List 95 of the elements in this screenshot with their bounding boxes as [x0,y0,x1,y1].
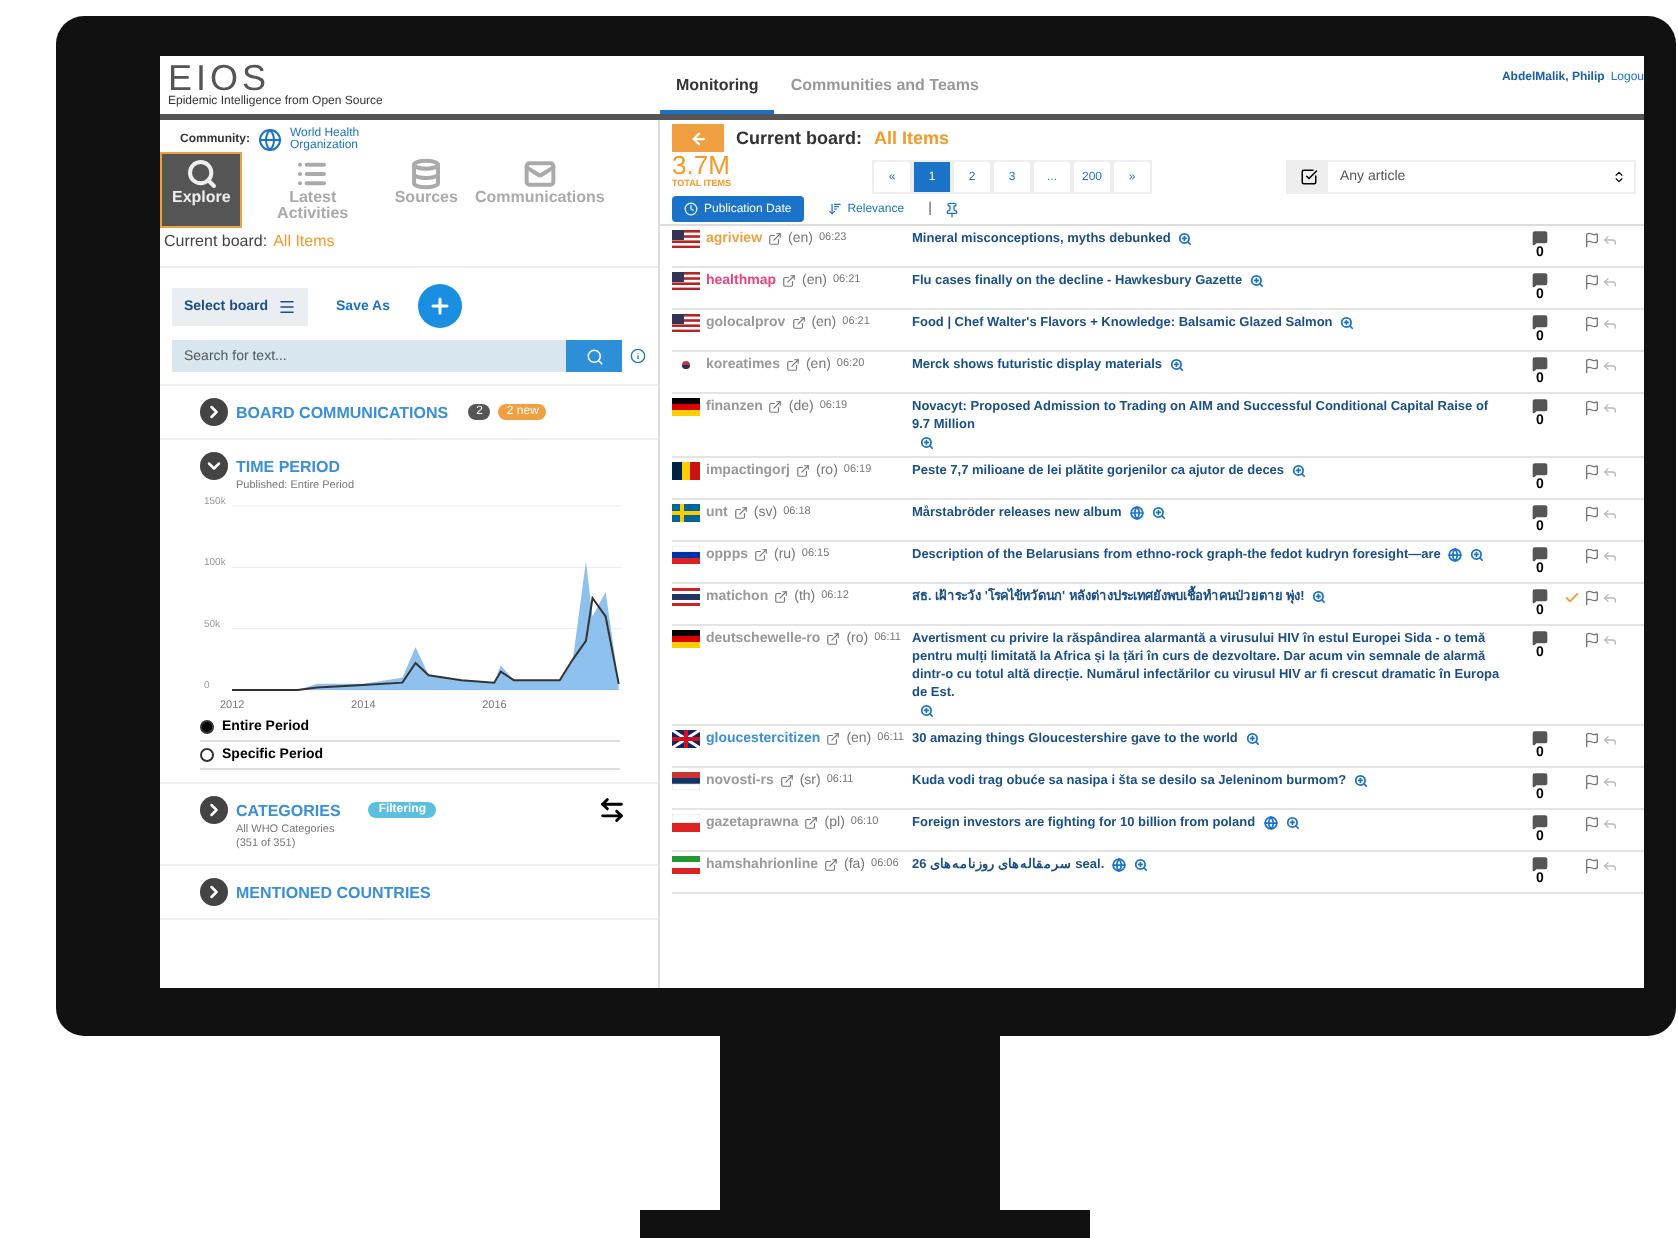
board-label: Current board: [736,128,862,148]
swap-icon[interactable] [598,796,626,824]
chevron-icon[interactable] [200,398,228,426]
flag-outline-icon[interactable] [1584,400,1600,416]
zoom-icon[interactable] [920,435,934,450]
sidebar-tab[interactable]: Explore [160,152,243,228]
globe-icon[interactable] [1112,857,1127,872]
external-link-icon[interactable] [733,506,748,520]
zoom-icon[interactable] [1292,463,1307,478]
database-icon [410,158,443,190]
logo: EIOS [168,60,271,96]
envelope-icon [523,158,556,190]
flag-outline-icon[interactable] [1584,632,1600,648]
updown-icon [1612,170,1626,184]
external-link-icon[interactable] [796,464,811,478]
zoom-icon[interactable] [920,703,934,718]
search-icon [585,347,603,365]
comment-icon[interactable] [1532,630,1548,646]
comment-icon[interactable] [1532,588,1548,604]
globe-icon[interactable] [1263,815,1278,830]
external-link-icon[interactable] [791,316,806,330]
comment-icon[interactable] [1532,546,1548,562]
comment-icon[interactable] [1532,814,1548,830]
globe-icon[interactable] [1448,547,1463,562]
comment-icon[interactable] [1532,272,1548,288]
external-link-icon[interactable] [782,274,797,288]
sort-icon [827,202,842,216]
globe-icon [258,128,282,152]
flag-outline-icon[interactable] [1584,590,1600,606]
nav-tab[interactable]: Monitoring [660,56,775,114]
section-title[interactable]: TIME PERIOD [236,457,341,475]
comment-icon[interactable] [1532,856,1548,872]
chevron-icon[interactable] [200,452,228,480]
external-link-icon[interactable] [754,548,768,562]
zoom-icon[interactable] [1178,231,1193,246]
board-name: All Items [874,128,950,148]
total-count: 3.7M [672,152,730,178]
flag-outline-icon[interactable] [1584,358,1600,374]
flag-outline-icon[interactable] [1584,464,1600,480]
zoom-icon[interactable] [1340,315,1355,330]
arrow-left-icon [689,129,707,147]
section-title[interactable]: CATEGORIES [236,801,341,819]
flag-outline-icon[interactable] [1584,274,1600,290]
zoom-icon[interactable] [1285,815,1300,830]
zoom-icon[interactable] [1245,731,1260,746]
external-link-icon[interactable] [779,774,794,788]
flag-outline-icon[interactable] [1584,506,1600,522]
flag-outline-icon[interactable] [1584,548,1600,564]
external-link-icon[interactable] [768,232,783,246]
comment-icon[interactable] [1532,462,1548,478]
info-icon[interactable] [630,348,646,364]
flag-outline-icon[interactable] [1584,232,1600,248]
external-link-icon[interactable] [826,732,841,746]
comment-icon[interactable] [1532,730,1548,746]
section-title[interactable]: MENTIONED COUNTRIES [236,883,431,901]
pin-icon[interactable] [943,201,960,217]
plus-icon [428,294,452,318]
flag-outline-icon[interactable] [1584,858,1600,874]
comment-icon[interactable] [1532,356,1548,372]
section-title[interactable]: BOARD COMMUNICATIONS [236,403,449,421]
comment-icon[interactable] [1532,230,1548,246]
zoom-icon[interactable] [1134,857,1149,872]
comment-icon[interactable] [1532,398,1548,414]
external-link-icon[interactable] [804,816,819,830]
zoom-icon[interactable] [1470,547,1485,562]
list-icon [296,158,329,190]
zoom-icon[interactable] [1170,357,1184,372]
current-board-name: All Items [273,232,335,250]
search-button[interactable] [566,340,622,372]
external-link-icon[interactable] [768,400,783,414]
chevron-icon[interactable] [200,878,228,906]
comment-icon[interactable] [1532,504,1548,520]
flag-outline-icon[interactable] [1584,732,1600,748]
clock-icon [684,202,698,216]
add-button[interactable] [418,284,462,328]
checkbox-icon [1299,168,1317,186]
comment-icon[interactable] [1532,772,1548,788]
flag-outline-icon[interactable] [1584,816,1600,832]
chevron-icon[interactable] [200,796,228,824]
external-link-icon[interactable] [824,858,839,872]
menu-icon [278,297,297,315]
flag-outline-icon[interactable] [1584,774,1600,790]
zoom-icon[interactable] [1312,589,1327,604]
nav-tab[interactable]: Communities and Teams [774,56,995,114]
external-link-icon[interactable] [785,358,800,372]
current-board-label: Current board: [164,232,268,250]
zoom-icon[interactable] [1151,505,1166,520]
external-link-icon[interactable] [774,590,789,604]
globe-icon[interactable] [1129,505,1144,520]
flag-outline-icon[interactable] [1584,316,1600,332]
comment-icon[interactable] [1532,314,1548,330]
search-icon [185,158,218,190]
zoom-icon[interactable] [1250,273,1265,288]
zoom-icon[interactable] [1354,773,1369,788]
external-link-icon[interactable] [826,632,841,646]
